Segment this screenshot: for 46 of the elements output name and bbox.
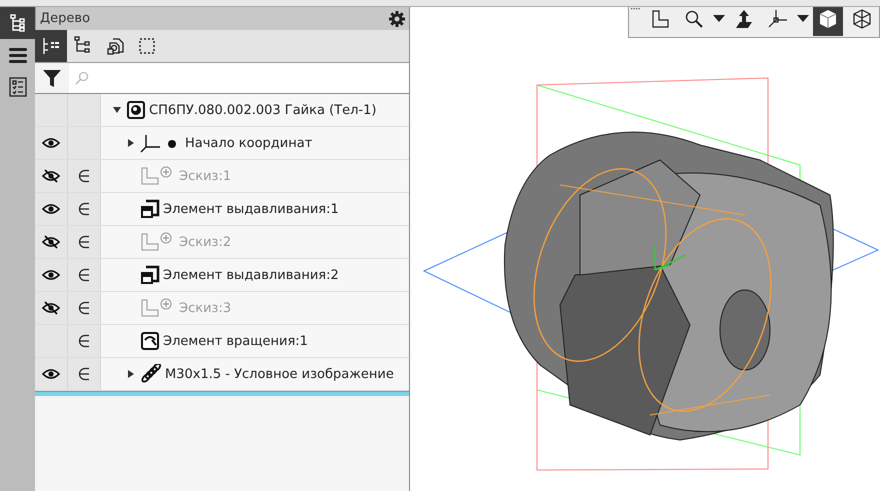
thread-icon <box>140 364 162 384</box>
selection-frame-icon <box>137 36 157 56</box>
checklist-icon <box>8 77 26 97</box>
parts-icon <box>105 36 125 56</box>
settings-icon[interactable] <box>389 10 405 26</box>
caret-icon[interactable] <box>797 15 809 23</box>
tree-item-label: Эскиз:3 <box>179 300 232 316</box>
search-field[interactable] <box>69 63 409 93</box>
tree-item-label: Эскиз:1 <box>179 168 232 184</box>
tree-item-label: Эскиз:2 <box>179 234 232 250</box>
tree-icon <box>8 14 26 32</box>
tree-item-label: Элемент вращения:1 <box>163 334 308 348</box>
extrude-icon <box>140 199 160 219</box>
sketch-frame-icon <box>650 9 670 29</box>
tree-item-label: Элемент выдавливания:1 <box>163 202 339 216</box>
menu-icon <box>8 46 28 64</box>
normal-arrow-icon <box>734 9 754 29</box>
zoom-icon <box>684 9 704 29</box>
search-icon <box>75 71 89 85</box>
tree-item-label: СП6ПУ.080.002.003 Гайка (Тел-1) <box>149 102 376 118</box>
numbered-tree-icon <box>41 36 61 56</box>
expand-caret-icon[interactable] <box>113 106 121 114</box>
toolbar-button[interactable] <box>35 30 67 62</box>
eye-icon[interactable] <box>42 203 60 215</box>
shaded-cube-icon <box>817 8 839 30</box>
revolve-icon <box>140 331 160 351</box>
tree-item-label: M30x1.5 - Условное изображение <box>165 366 394 382</box>
extrude-icon <box>140 265 160 285</box>
eye-crossed-icon[interactable] <box>42 235 60 249</box>
axes-icon <box>767 8 789 30</box>
filter-icon[interactable] <box>42 68 62 88</box>
side-tab[interactable] <box>0 7 35 39</box>
eye-icon[interactable] <box>42 137 60 149</box>
display-mode-button[interactable] <box>813 7 843 36</box>
panel-title: Дерево <box>40 11 90 26</box>
eye-icon[interactable] <box>42 269 60 281</box>
eye-crossed-icon[interactable] <box>42 301 60 315</box>
wireframe-cube-icon <box>851 8 873 30</box>
collapse-caret-icon[interactable] <box>127 139 135 147</box>
tree-item-label: Начало координат <box>185 136 312 150</box>
caret-icon[interactable] <box>713 15 725 23</box>
eye-icon[interactable] <box>42 368 60 380</box>
tree-item-label: Элемент выдавливания:2 <box>163 268 339 282</box>
part-icon <box>126 100 146 120</box>
eye-crossed-icon[interactable] <box>42 169 60 183</box>
collapse-caret-icon[interactable] <box>127 370 135 378</box>
